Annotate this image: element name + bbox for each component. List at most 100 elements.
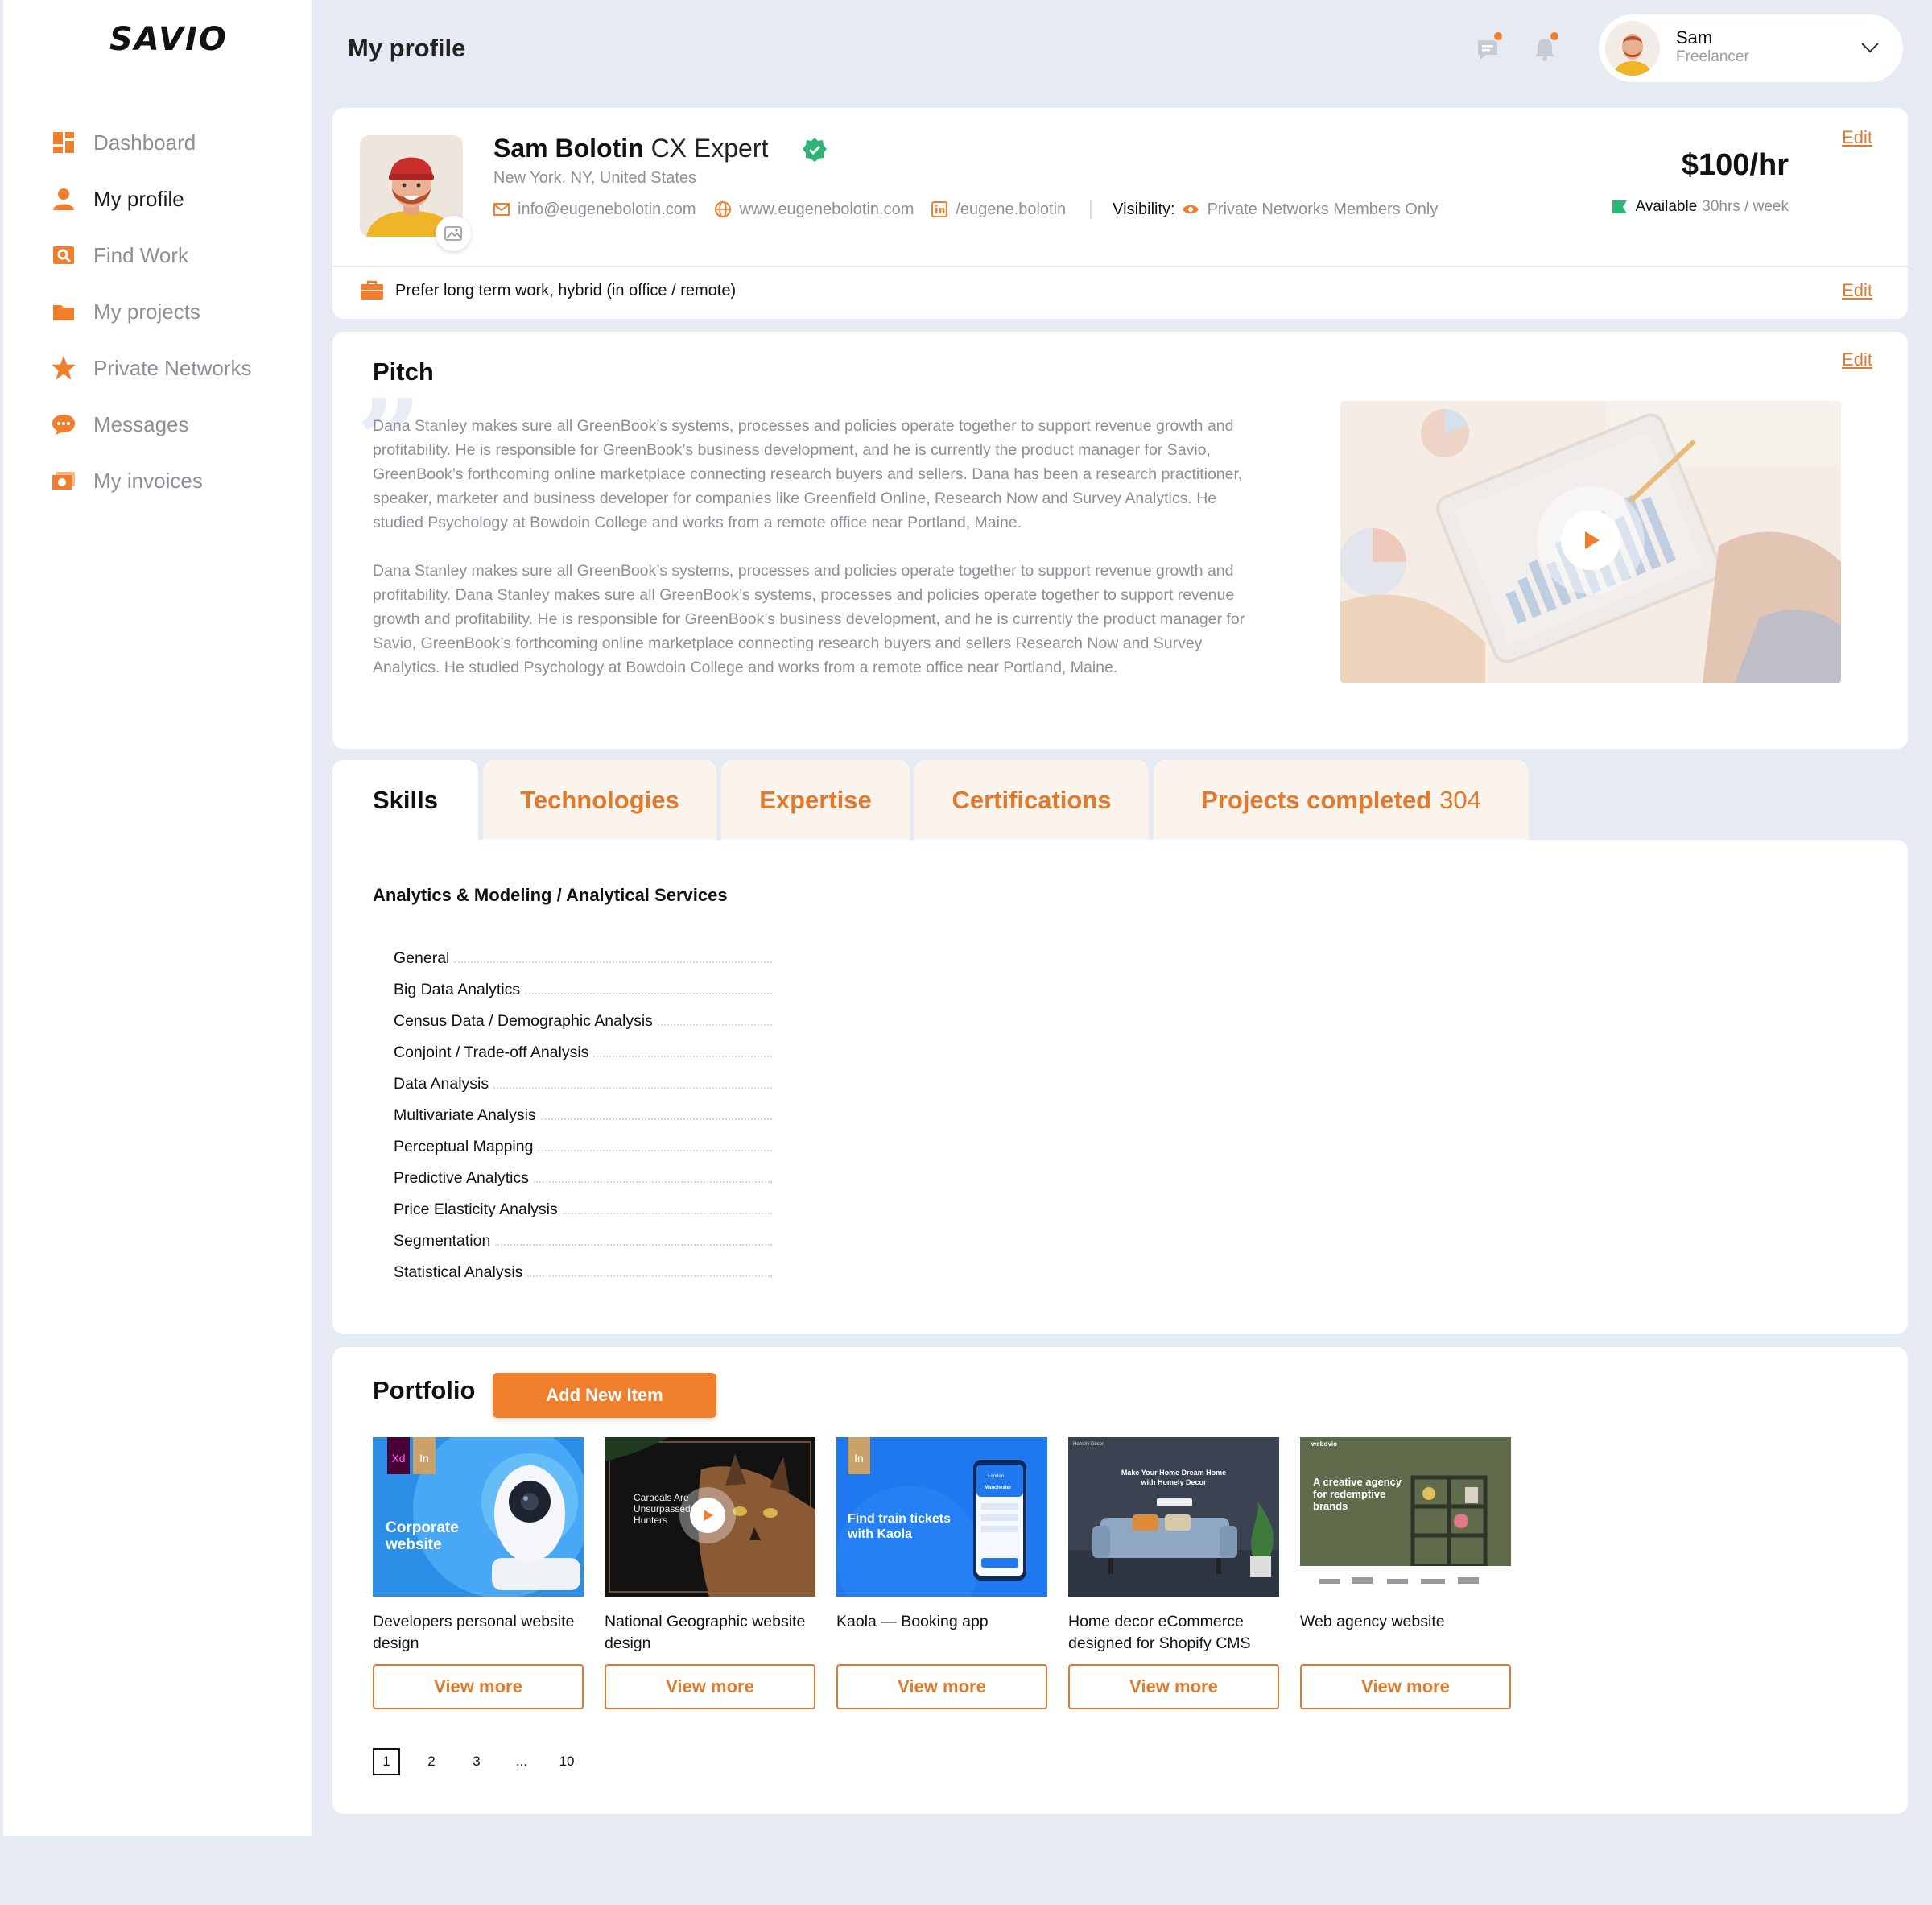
skill-label: General	[394, 949, 450, 967]
linkedin-text: /eugene.bolotin	[956, 200, 1067, 218]
notifications-icon[interactable]	[1531, 31, 1563, 68]
add-new-item-button[interactable]: Add New Item	[493, 1373, 716, 1418]
dotted-leader	[495, 1244, 772, 1246]
website-text: www.eugenebolotin.com	[739, 200, 914, 218]
list-item: Price Elasticity Analysis	[394, 1188, 772, 1219]
list-item: Multivariate Analysis	[394, 1093, 772, 1125]
view-more-button[interactable]: View more	[1300, 1664, 1511, 1709]
play-button[interactable]	[679, 1487, 736, 1543]
chevron-down-icon[interactable]	[1860, 37, 1880, 62]
page-1[interactable]: 1	[373, 1748, 400, 1775]
visibility-value: Private Networks Members Only	[1207, 200, 1439, 218]
email-link[interactable]: info@eugenebolotin.com	[493, 200, 696, 219]
page-10[interactable]: 10	[553, 1748, 580, 1775]
dotted-leader	[454, 961, 772, 963]
portfolio-thumbnail[interactable]: webovio A creative agency for redemptive…	[1300, 1437, 1511, 1597]
linkedin-icon	[931, 201, 948, 217]
list-item: Data Analysis	[394, 1062, 772, 1093]
tab-projects-completed[interactable]: Projects completed 304	[1154, 760, 1529, 841]
portfolio-thumbnail[interactable]: Homely Decor Make Your Home Dream Home w…	[1068, 1437, 1279, 1597]
tab-label: Projects completed	[1201, 786, 1432, 814]
tab-technologies[interactable]: Technologies	[483, 760, 716, 841]
linkedin-link[interactable]: /eugene.bolotin	[931, 200, 1066, 219]
page-ellipsis: ...	[515, 1754, 528, 1769]
user-menu[interactable]: Sam Freelancer	[1599, 14, 1903, 82]
availability: Available 30hrs / week	[1612, 198, 1789, 216]
list-item: Conjoint / Trade-off Analysis	[394, 1031, 772, 1062]
view-more-button[interactable]: View more	[1068, 1664, 1279, 1709]
sidebar-item-dashboard[interactable]: Dashboard	[50, 114, 252, 171]
globe-icon	[714, 201, 731, 217]
list-item: Perceptual Mapping	[394, 1125, 772, 1156]
portfolio-item-title: Developers personal website design	[373, 1613, 575, 1652]
avatar	[1605, 21, 1660, 76]
skill-label: Predictive Analytics	[394, 1169, 529, 1187]
brand-label: webovio	[1311, 1440, 1338, 1448]
change-photo-button[interactable]	[436, 216, 471, 251]
pagination: 1 2 3 ... 10	[373, 1748, 598, 1775]
view-more-button[interactable]: View more	[605, 1664, 815, 1709]
website-link[interactable]: www.eugenebolotin.com	[714, 200, 914, 219]
portfolio-thumbnail[interactable]: In London Manchester Find train tickets …	[836, 1437, 1047, 1597]
portfolio-thumbnail[interactable]: Caracals Are Unsurpassed Hunters	[605, 1437, 815, 1597]
thumb-caption: Corporate website	[386, 1519, 459, 1553]
sidebar-item-label: Find Work	[93, 242, 188, 267]
profile-title: CX Expert	[650, 134, 769, 163]
invoice-icon	[50, 467, 77, 494]
portfolio-item: In London Manchester Find train tickets …	[836, 1437, 1047, 1709]
indesign-badge: In	[413, 1437, 436, 1474]
pitch-paragraph: Dana Stanley makes sure all GreenBook’s …	[373, 562, 1245, 676]
dotted-leader	[534, 1181, 772, 1183]
portfolio-item-title: National Geographic website design	[605, 1613, 806, 1652]
star-icon	[50, 354, 77, 382]
edit-profile-link[interactable]: Edit	[1842, 127, 1872, 148]
sidebar-item-messages[interactable]: Messages	[50, 396, 252, 452]
sidebar-item-my-invoices[interactable]: My invoices	[50, 452, 252, 509]
verified-badge-icon	[802, 137, 828, 163]
portfolio-card: Portfolio Add New Item Xd In Corporate w…	[332, 1347, 1908, 1814]
app-logo[interactable]: SAVIO	[109, 21, 228, 58]
view-more-button[interactable]: View more	[373, 1664, 584, 1709]
skill-label: Conjoint / Trade-off Analysis	[394, 1043, 589, 1061]
list-item: Big Data Analytics	[394, 968, 772, 999]
tab-skills[interactable]: Skills	[332, 760, 478, 841]
view-more-button[interactable]: View more	[836, 1664, 1047, 1709]
dotted-leader	[562, 1213, 772, 1214]
find-work-icon	[50, 242, 77, 269]
mail-icon	[493, 203, 510, 216]
messages-icon[interactable]	[1475, 31, 1507, 68]
list-item: Statistical Analysis	[394, 1250, 772, 1282]
tab-certifications[interactable]: Certifications	[914, 760, 1149, 841]
page-title: My profile	[348, 34, 466, 62]
page-2[interactable]: 2	[418, 1748, 445, 1775]
portfolio-item: Caracals Are Unsurpassed Hunters Nationa…	[605, 1437, 815, 1709]
sidebar-item-my-projects[interactable]: My projects	[50, 283, 252, 340]
portfolio-thumbnail[interactable]: Xd In Corporate website	[373, 1437, 584, 1597]
edit-pitch-link[interactable]: Edit	[1842, 349, 1872, 370]
skill-label: Big Data Analytics	[394, 981, 521, 998]
dotted-leader	[540, 1118, 772, 1120]
play-button[interactable]	[1537, 486, 1645, 594]
sidebar-item-label: My invoices	[93, 468, 203, 493]
sidebar-item-label: Dashboard	[93, 130, 196, 155]
tab-count: 304	[1439, 786, 1481, 814]
skills-group-title: Analytics & Modeling / Analytical Servic…	[373, 885, 728, 905]
page-3[interactable]: 3	[463, 1748, 490, 1775]
thumb-caption: A creative agency for redemptive brands	[1313, 1476, 1402, 1512]
contact-row: info@eugenebolotin.com www.eugenebolotin…	[493, 200, 1438, 219]
visibility-selector[interactable]: Private Networks Members Only	[1182, 200, 1439, 219]
profile-location: New York, NY, United States	[493, 169, 696, 187]
sidebar: SAVIO Dashboard My profile Find Work My …	[3, 0, 312, 1836]
pitch-card: Pitch Edit ” Dana Stanley makes sure all…	[332, 332, 1908, 749]
preference-text: Prefer long term work, hybrid (in office…	[395, 281, 737, 300]
edit-preference-link[interactable]: Edit	[1842, 280, 1872, 301]
sidebar-item-find-work[interactable]: Find Work	[50, 227, 252, 283]
sidebar-item-private-networks[interactable]: Private Networks	[50, 340, 252, 396]
pitch-video[interactable]	[1340, 401, 1841, 683]
user-role: Freelancer	[1676, 48, 1749, 65]
tab-expertise[interactable]: Expertise	[721, 760, 910, 841]
portfolio-item-title: Web agency website	[1300, 1613, 1445, 1630]
sidebar-item-my-profile[interactable]: My profile	[50, 171, 252, 227]
brand-label: Homely Decor	[1073, 1442, 1104, 1447]
availability-hours: 30hrs / week	[1702, 198, 1789, 215]
